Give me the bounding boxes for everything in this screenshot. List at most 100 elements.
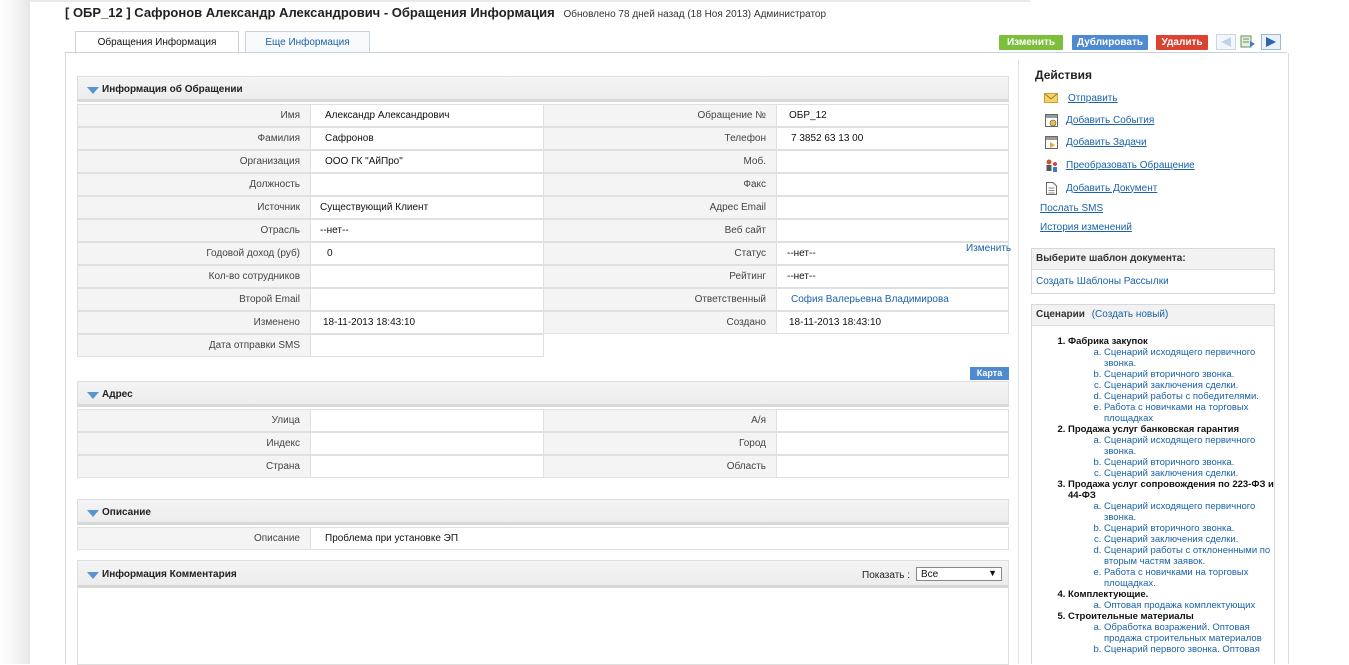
lead-info-section: Информация об Обращении [77, 76, 1009, 102]
zip-label: Индекс [77, 432, 311, 455]
duplicate-button[interactable]: Дублировать [1072, 35, 1148, 50]
comments-header[interactable]: Информация Комментария Показать : Все ▼ [77, 560, 1009, 588]
action-add-event-link[interactable]: Добавить События [1066, 115, 1154, 126]
updated-info: Обновлено 78 дней назад (18 Ноя 2013) Ад… [563, 9, 827, 20]
first-name-value[interactable]: Александр Александрович [310, 104, 544, 127]
scenario-link[interactable]: Сценарий работы с победителями. [1104, 391, 1259, 402]
scenario-group-title: Продажа услуг сопровождения по 223-ФЗ и … [1068, 479, 1274, 501]
lead-info-header[interactable]: Информация об Обращении [77, 76, 1009, 102]
fax-label: Факс [543, 173, 777, 196]
create-scenario-link[interactable]: (Создать новый) [1092, 309, 1169, 320]
action-add-document-link[interactable]: Добавить Документ [1066, 183, 1157, 194]
add-event-icon [1044, 113, 1058, 127]
second-email-value[interactable] [310, 288, 544, 311]
last-name-label: Фамилия [77, 127, 311, 150]
show-filter-select[interactable]: Все ▼ [916, 567, 1002, 581]
position-value[interactable] [310, 173, 544, 196]
source-value[interactable]: Существующий Клиент [310, 196, 544, 219]
edit-button[interactable]: Изменить [999, 35, 1063, 50]
action-add-task-link[interactable]: Добавить Задачи [1066, 137, 1147, 148]
phone-value[interactable]: 7 3852 63 13 00 [776, 127, 1009, 150]
history-link[interactable]: История изменений [1040, 222, 1132, 233]
owner-value[interactable]: София Валерьевна Владимирова [776, 288, 1009, 311]
employees-value[interactable] [310, 265, 544, 288]
create-mail-templates-link[interactable]: Создать Шаблоны Рассылки [1036, 276, 1169, 287]
scenario-link[interactable]: Сценарий вторичного звонка. [1104, 457, 1234, 468]
scenario-link[interactable]: Сценарий работы с отклоненными по вторым… [1104, 545, 1270, 567]
scenario-link[interactable]: Сценарий исходящего первичного звонка. [1104, 435, 1255, 457]
send-sms-link[interactable]: Послать SMS [1040, 203, 1103, 214]
scenario-group: Продажа услуг банковская гарантияСценари… [1068, 424, 1277, 479]
description-header[interactable]: Описание [77, 499, 1009, 525]
email-label: Адрес Email [543, 196, 777, 219]
website-value[interactable] [776, 219, 1009, 242]
phone-label: Телефон [543, 127, 777, 150]
mobile-value[interactable] [776, 150, 1009, 173]
action-convert-lead-link[interactable]: Преобразовать Обращение [1066, 160, 1195, 171]
scenario-link[interactable]: Сценарий заключения сделки. [1104, 468, 1238, 479]
annual-income-value[interactable]: 0 [310, 242, 544, 265]
state-value[interactable] [776, 455, 1009, 478]
previous-record-button[interactable] [1216, 34, 1236, 50]
scenario-link[interactable]: Сценарий первого звонка. Оптовая [1104, 644, 1260, 655]
scenario-group-title: Комплектующие. [1068, 589, 1149, 600]
zip-value[interactable] [310, 432, 544, 455]
email-value[interactable] [776, 196, 1009, 219]
description-value[interactable]: Проблема при установке ЭП [310, 527, 1009, 550]
action-send[interactable]: Отправить [1044, 90, 1118, 106]
section-title: Информация Комментария [102, 569, 237, 580]
scenario-link[interactable]: Оптовая продажа комплектующих [1104, 600, 1255, 611]
scenario-link[interactable]: Сценарий исходящего первичного звонка. [1104, 347, 1255, 369]
employees-label: Кол-во сотрудников [77, 265, 311, 288]
fax-value[interactable] [776, 173, 1009, 196]
scenario-link[interactable]: Сценарий вторичного звонка. [1104, 523, 1234, 534]
organization-value[interactable]: ООО ГК "АйПро" [310, 150, 544, 173]
scenarios-header: Сценарии (Создать новый) [1032, 305, 1274, 326]
industry-label: Отрасль [77, 219, 311, 242]
scenario-link[interactable]: Сценарий заключения сделки. [1104, 380, 1238, 391]
delete-button[interactable]: Удалить [1156, 35, 1208, 50]
convert-lead-icon [1044, 159, 1058, 172]
scenario-item: Работа с новичками на торговых площадках… [1104, 567, 1277, 589]
rating-value[interactable]: --нет-- [776, 265, 1009, 288]
action-add-task[interactable]: Добавить Задачи [1044, 134, 1147, 150]
action-convert-lead[interactable]: Преобразовать Обращение [1044, 157, 1195, 173]
tab-more-info[interactable]: Еще Информация [245, 31, 370, 53]
city-value[interactable] [776, 432, 1009, 455]
street-label: Улица [77, 409, 311, 432]
scenario-item: Работа с новичками на торговых площадках [1104, 402, 1277, 424]
section-title: Описание [102, 507, 151, 518]
sms-date-label: Дата отправки SMS [77, 334, 311, 357]
scenario-item: Сценарий исходящего первичного звонка. [1104, 501, 1277, 523]
last-name-value[interactable]: Сафронов [310, 127, 544, 150]
arrow-left-icon [1221, 37, 1231, 47]
scenario-link[interactable]: Сценарий вторичного звонка. [1104, 369, 1234, 380]
next-record-button[interactable] [1261, 34, 1281, 50]
scenario-link[interactable]: Работа с новичками на торговых площадках [1104, 402, 1248, 424]
scenario-item: Сценарий первого звонка. Оптовая [1104, 644, 1277, 655]
jump-records-button[interactable] [1238, 34, 1258, 50]
arrow-right-icon [1266, 37, 1276, 47]
map-button[interactable]: Карта [970, 367, 1009, 380]
scenario-link[interactable]: Обработка возражений. Оптовая продажа ст… [1104, 622, 1262, 644]
scenario-group-title: Продажа услуг банковская гарантия [1068, 424, 1240, 435]
street-value[interactable] [310, 409, 544, 432]
address-header[interactable]: Адрес [77, 381, 1009, 407]
status-edit-link[interactable]: Изменить [966, 243, 1011, 254]
action-send-link[interactable]: Отправить [1068, 93, 1118, 104]
sms-date-value[interactable] [310, 334, 544, 357]
document-template-title: Выберите шаблон документа: [1032, 249, 1274, 270]
tab-lead-info[interactable]: Обращения Информация [75, 31, 239, 54]
scenario-link[interactable]: Сценарий заключения сделки. [1104, 534, 1238, 545]
scenario-link[interactable]: Сценарий исходящего первичного звонка. [1104, 501, 1255, 523]
industry-value[interactable]: --нет-- [310, 219, 544, 242]
scenario-link[interactable]: Работа с новичками на торговых площадках… [1104, 567, 1248, 589]
action-add-event[interactable]: Добавить События [1044, 112, 1154, 128]
po-box-value[interactable] [776, 409, 1009, 432]
country-value[interactable] [310, 455, 544, 478]
action-add-document[interactable]: Добавить Документ [1044, 180, 1157, 196]
po-box-label: А/я [543, 409, 777, 432]
scenario-items: Сценарий исходящего первичного звонка.Сц… [1068, 501, 1277, 589]
position-label: Должность [77, 173, 311, 196]
scenarios-title: Сценарии [1036, 309, 1085, 320]
